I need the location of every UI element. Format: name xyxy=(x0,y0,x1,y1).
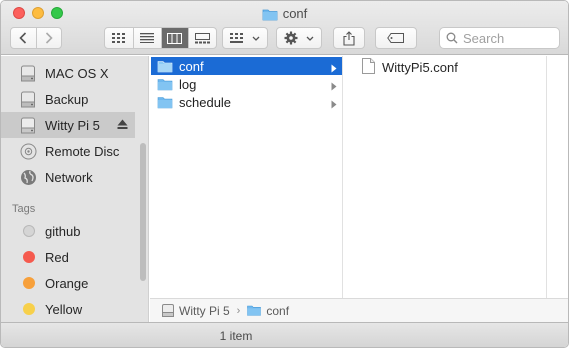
path-item-drive[interactable]: Witty Pi 5 xyxy=(162,304,230,318)
list-icon xyxy=(140,33,155,43)
sidebar: MAC OS X Backup Witty Pi 5 Remote Disc N… xyxy=(1,56,149,322)
hard-drive-icon xyxy=(19,90,37,108)
icon-view-button[interactable] xyxy=(105,28,133,48)
gallery-icon xyxy=(195,32,211,43)
window-title: conf xyxy=(1,5,568,22)
view-mode-buttons xyxy=(104,27,217,49)
action-button[interactable] xyxy=(276,27,322,49)
tags-section-header: Tags xyxy=(12,203,36,215)
grid-icon xyxy=(111,33,125,43)
sidebar-scrollbar[interactable] xyxy=(140,143,146,281)
sidebar-item-label: Remote Disc xyxy=(45,143,120,159)
list-view-button[interactable] xyxy=(132,28,161,48)
sidebar-item-network[interactable]: Network xyxy=(1,164,148,190)
folder-icon xyxy=(157,78,173,91)
sidebar-item-label: Backup xyxy=(45,91,89,107)
tag-icon xyxy=(387,33,404,43)
globe-icon xyxy=(19,168,37,186)
disclosure-arrow-icon xyxy=(331,61,337,76)
forward-button[interactable] xyxy=(35,28,61,48)
sidebar-tag-github[interactable]: github xyxy=(1,218,148,244)
tag-color-dot xyxy=(23,251,35,263)
sidebar-item-label: Red xyxy=(45,249,69,265)
column-view-button[interactable] xyxy=(160,28,189,48)
share-button[interactable] xyxy=(333,27,365,49)
folder-row-log[interactable]: log xyxy=(151,75,342,93)
sidebar-item-witty-pi-5[interactable]: Witty Pi 5 xyxy=(1,112,135,138)
chevron-left-icon xyxy=(19,32,27,44)
toolbar: conf xyxy=(1,1,568,55)
sidebar-item-label: Orange xyxy=(45,275,89,291)
folder-name: log xyxy=(179,76,197,92)
finder-window: conf Search MAC OS X Backup Witty Pi 5 R… xyxy=(0,0,569,348)
disclosure-arrow-icon xyxy=(331,79,337,94)
sidebar-item-label: Witty Pi 5 xyxy=(45,117,100,133)
tag-color-dot xyxy=(23,303,35,315)
status-bar: 1 item xyxy=(1,322,568,347)
columns-icon xyxy=(167,32,183,44)
column-2: WittyPi5.conf || xyxy=(344,56,552,298)
hard-drive-icon xyxy=(19,64,37,82)
arrange-grid-icon xyxy=(230,33,243,43)
column-3 xyxy=(548,56,568,298)
tag-button[interactable] xyxy=(375,27,417,49)
navigation-buttons xyxy=(10,27,62,49)
eject-icon[interactable] xyxy=(117,118,128,133)
sidebar-item-mac-os-x[interactable]: MAC OS X xyxy=(1,60,148,86)
disclosure-arrow-icon xyxy=(331,97,337,112)
disc-icon xyxy=(19,142,37,160)
file-item-wittypi5-conf[interactable]: WittyPi5.conf xyxy=(362,58,458,77)
folder-icon xyxy=(157,60,173,73)
sidebar-tag-orange[interactable]: Orange xyxy=(1,270,148,296)
search-icon xyxy=(446,32,458,44)
file-name: WittyPi5.conf xyxy=(382,60,458,75)
path-item-folder[interactable]: conf xyxy=(247,304,289,318)
share-icon xyxy=(343,30,355,46)
sidebar-item-label: github xyxy=(45,223,81,239)
sidebar-item-label: Yellow xyxy=(45,301,83,317)
gear-icon xyxy=(284,31,298,45)
path-separator-icon: › xyxy=(236,304,241,317)
path-item-label: conf xyxy=(266,303,290,318)
chevron-down-icon xyxy=(306,36,314,41)
tag-color-dot xyxy=(23,225,35,237)
sidebar-item-remote-disc[interactable]: Remote Disc xyxy=(1,138,148,164)
document-icon xyxy=(362,58,375,77)
sidebar-item-backup[interactable]: Backup xyxy=(1,86,148,112)
removable-drive-icon xyxy=(162,304,174,317)
folder-row-schedule[interactable]: schedule xyxy=(151,93,342,111)
search-field[interactable] xyxy=(439,27,560,49)
path-item-label: Witty Pi 5 xyxy=(179,303,230,318)
search-input[interactable] xyxy=(463,30,553,46)
sidebar-tag-yellow[interactable]: Yellow xyxy=(1,296,148,322)
folder-name: conf xyxy=(179,58,204,74)
back-button[interactable] xyxy=(11,28,36,48)
arrange-button[interactable] xyxy=(222,27,268,49)
removable-drive-icon xyxy=(19,116,37,134)
sidebar-item-label: MAC OS X xyxy=(45,65,109,81)
gallery-view-button[interactable] xyxy=(188,28,216,48)
folder-icon xyxy=(247,305,262,316)
path-bar: Witty Pi 5 › conf xyxy=(150,298,568,322)
chevron-right-icon xyxy=(45,32,53,44)
folder-icon xyxy=(262,8,278,25)
item-count: 1 item xyxy=(219,329,253,343)
folder-name: schedule xyxy=(179,94,232,110)
folder-icon xyxy=(157,96,173,109)
column-1: conf log schedule || xyxy=(150,56,348,298)
sidebar-item-label: Network xyxy=(45,169,93,185)
sidebar-tag-red[interactable]: Red xyxy=(1,244,148,270)
folder-row-conf[interactable]: conf xyxy=(151,57,342,75)
window-title-text: conf xyxy=(282,6,308,21)
tag-color-dot xyxy=(23,277,35,289)
chevron-down-icon xyxy=(252,36,260,41)
